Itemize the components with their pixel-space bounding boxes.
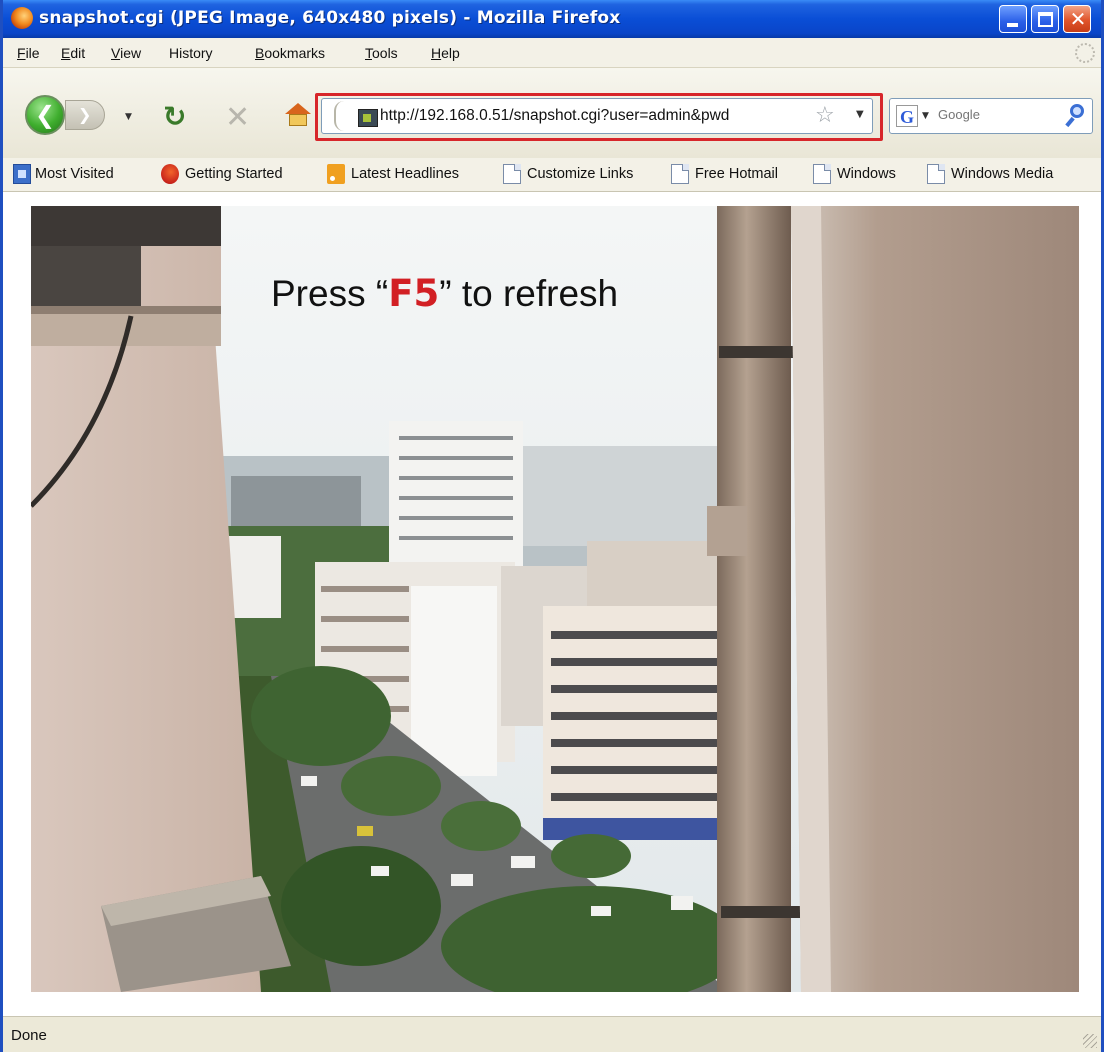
maximize-icon [1038, 12, 1053, 27]
minimize-icon [1007, 23, 1018, 27]
menu-history[interactable]: History [169, 45, 213, 61]
firefox-icon [11, 7, 33, 29]
most-visited-icon [13, 164, 31, 184]
page-icon [927, 164, 945, 184]
bookmark-windows[interactable]: Windows [837, 166, 896, 182]
camera-snapshot-image: Press “F5” to refresh [31, 206, 1079, 992]
back-arrow-icon: ❮ [35, 101, 56, 129]
search-magnifier-icon[interactable] [1065, 102, 1088, 128]
bookmark-latest-headlines[interactable]: Latest Headlines [351, 166, 459, 182]
status-bar: Done [3, 1016, 1101, 1052]
forward-button[interactable]: ❯ [65, 100, 105, 130]
close-button[interactable]: ✕ [1063, 5, 1091, 33]
bookmark-most-visited[interactable]: Most Visited [35, 166, 114, 182]
status-text: Done [11, 1027, 47, 1044]
url-highlight-box [315, 93, 883, 141]
close-icon: ✕ [1069, 7, 1087, 31]
home-icon [285, 103, 311, 114]
refresh-instruction-caption: Press “F5” to refresh [271, 272, 618, 315]
menu-help[interactable]: Help [431, 45, 460, 61]
magnifier-handle [1065, 116, 1075, 128]
bookmark-customize-links[interactable]: Customize Links [527, 166, 633, 182]
back-button[interactable]: ❮ [25, 95, 65, 135]
navigation-toolbar: ❮ ❯ ▼ ↻ ✕ http://192.168.0.51/snapshot.c… [3, 68, 1101, 158]
content-area: Press “F5” to refresh [3, 192, 1101, 1016]
page-icon [813, 164, 831, 184]
maximize-button[interactable] [1031, 5, 1059, 33]
page-icon [503, 164, 521, 184]
menu-bookmarks[interactable]: Bookmarks [255, 45, 325, 61]
home-button[interactable] [285, 103, 311, 127]
home-icon-wall [289, 114, 307, 126]
menu-edit[interactable]: Edit [61, 45, 85, 61]
city-view-photo [31, 206, 1079, 992]
minimize-button[interactable] [999, 5, 1027, 33]
bookmark-getting-started[interactable]: Getting Started [185, 166, 283, 182]
menu-tools[interactable]: Tools [365, 45, 398, 61]
firefox-bookmark-icon [161, 164, 179, 184]
search-engine-icon[interactable]: G [896, 105, 918, 127]
throbber-icon [1075, 43, 1095, 63]
stop-button[interactable]: ✕ [225, 100, 250, 135]
resize-grip-icon[interactable] [1083, 1034, 1097, 1048]
menu-file[interactable]: File [17, 45, 40, 61]
history-dropdown-icon[interactable]: ▼ [125, 112, 135, 122]
magnifier-lens [1070, 104, 1084, 118]
caption-before-text: Press “ [271, 273, 389, 314]
search-input[interactable] [938, 107, 1058, 122]
search-bar[interactable]: G ▼ [889, 98, 1093, 134]
rss-feed-icon [327, 164, 345, 184]
window-title: snapshot.cgi (JPEG Image, 640x480 pixels… [39, 8, 621, 28]
menu-view[interactable]: View [111, 45, 141, 61]
page-icon [671, 164, 689, 184]
title-bar[interactable]: snapshot.cgi (JPEG Image, 640x480 pixels… [3, 0, 1101, 38]
f5-key-label: F5 [388, 272, 440, 315]
bookmarks-toolbar: Most Visited Getting Started Latest Head… [3, 158, 1101, 192]
bookmark-windows-media[interactable]: Windows Media [951, 166, 1053, 182]
caption-after-text: ” to refresh [439, 273, 619, 314]
forward-arrow-icon: ❯ [78, 105, 92, 124]
bookmark-free-hotmail[interactable]: Free Hotmail [695, 166, 778, 182]
search-engine-dropdown-icon[interactable]: ▼ [922, 111, 929, 121]
menu-bar: File Edit View History Bookmarks Tools H… [3, 38, 1101, 68]
browser-window: snapshot.cgi (JPEG Image, 640x480 pixels… [0, 0, 1104, 1052]
reload-button[interactable]: ↻ [163, 100, 186, 133]
